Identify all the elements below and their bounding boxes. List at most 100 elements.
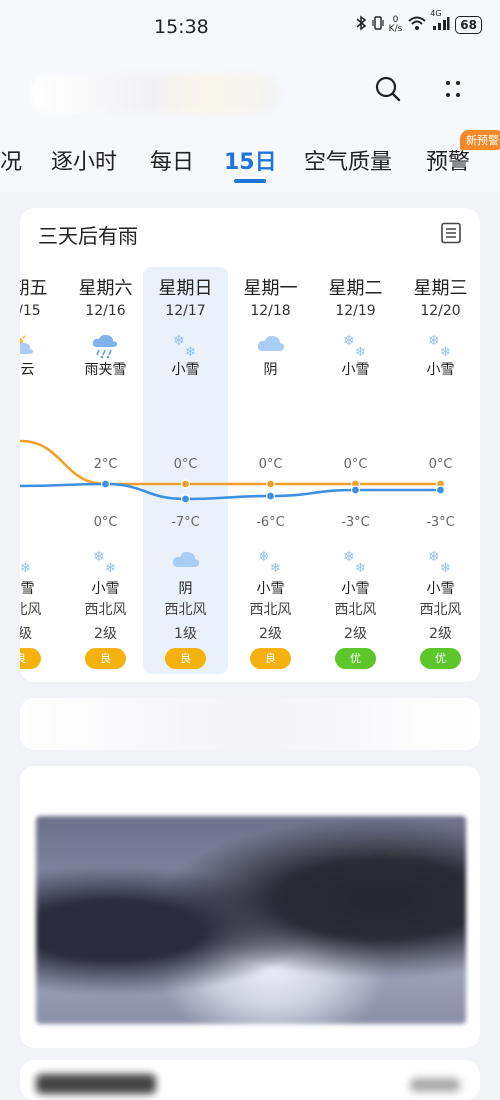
snow-icon: ❄❄ bbox=[313, 548, 398, 576]
cloudy-icon bbox=[228, 332, 313, 358]
forecast-date: 12/16 bbox=[85, 303, 126, 319]
svg-text:❄: ❄ bbox=[355, 345, 366, 358]
sleet-icon bbox=[63, 332, 148, 359]
forecast-wind-direction: 西北风 bbox=[164, 602, 207, 618]
wifi-icon bbox=[407, 15, 427, 35]
tab-overview[interactable]: 况 bbox=[0, 144, 22, 176]
tab-hourly[interactable]: 逐小时 bbox=[51, 144, 117, 176]
aqi-badge: 良 bbox=[250, 648, 291, 669]
svg-text:❄: ❄ bbox=[428, 333, 440, 349]
forecast-high-temp: 0°C bbox=[343, 457, 368, 472]
forecast-low-temp: -7°C bbox=[171, 515, 200, 530]
forecast-day-condition: 小雪 bbox=[426, 362, 455, 378]
forecast-weekday: 星期日 bbox=[158, 278, 213, 299]
forecast-wind-level: 2级 bbox=[94, 626, 117, 642]
snow-icon: ❄❄ bbox=[20, 548, 63, 576]
svg-text:❄: ❄ bbox=[173, 333, 185, 349]
aqi-badge: 良 bbox=[20, 648, 41, 669]
forecast-weekday: 星期五 bbox=[20, 278, 48, 299]
forecast-wind-direction: 西北风 bbox=[334, 602, 377, 618]
image-card[interactable] bbox=[20, 766, 480, 1048]
snow-icon: ❄❄ bbox=[63, 548, 148, 576]
bottom-card-link bbox=[410, 1078, 460, 1092]
more-icon[interactable] bbox=[438, 74, 468, 104]
svg-text:❄: ❄ bbox=[440, 561, 451, 574]
forecast-wind-direction: 西北风 bbox=[20, 602, 42, 618]
forecast-date: 12/15 bbox=[20, 303, 41, 319]
svg-text:❄: ❄ bbox=[355, 561, 366, 574]
forecast-day-column[interactable]: 星期一 12/18 阴 0°C -6°C ❄ ❄ 小雪 西北风 2级良 bbox=[228, 208, 313, 682]
tab-15day[interactable]: 15日 bbox=[224, 144, 277, 176]
new-warning-badge: 新预警 bbox=[460, 130, 500, 150]
forecast-night-condition: 小雪 bbox=[91, 581, 120, 597]
city-name-blurred[interactable] bbox=[30, 74, 280, 114]
forecast-day-condition: 小雪 bbox=[171, 362, 200, 378]
forecast-night-condition: 小雪 bbox=[341, 581, 370, 597]
forecast-date: 12/18 bbox=[250, 303, 291, 319]
forecast-low-temp: 0°C bbox=[93, 515, 118, 530]
bluetooth-icon bbox=[355, 15, 367, 35]
svg-text:❄: ❄ bbox=[343, 333, 355, 349]
status-icons: 0 K/s 4G 68 bbox=[355, 9, 482, 35]
bottom-card-title bbox=[36, 1074, 156, 1094]
status-bar: 15:38 0 K/s 4G 68 bbox=[0, 0, 500, 56]
snow-icon: ❄❄ bbox=[143, 332, 228, 360]
active-tab-indicator bbox=[234, 179, 266, 183]
battery-indicator: 68 bbox=[455, 16, 482, 34]
svg-text:❄: ❄ bbox=[428, 549, 440, 565]
forecast-low-temp: -3°C bbox=[426, 515, 455, 530]
forecast-wind-level: 2级 bbox=[429, 626, 452, 642]
svg-text:❄: ❄ bbox=[93, 549, 105, 565]
forecast-low-temp: -3°C bbox=[341, 515, 370, 530]
aqi-badge: 优 bbox=[335, 648, 376, 669]
signal-icon: 4G bbox=[430, 9, 450, 35]
forecast-day-column[interactable]: 星期五 12/15 多云 ❄❄ 小雪西北风 2级良 bbox=[20, 208, 63, 682]
forecast-weekday: 星期一 bbox=[243, 278, 298, 299]
forecast-night-condition: 小雪 bbox=[426, 581, 455, 597]
vibrate-icon bbox=[372, 15, 384, 35]
forecast-wind-level: 2级 bbox=[259, 626, 282, 642]
forecast-day-condition: 多云 bbox=[20, 362, 35, 378]
forecast-day-condition: 阴 bbox=[263, 362, 278, 378]
bottom-card[interactable] bbox=[20, 1060, 480, 1100]
forecast-date: 12/19 bbox=[335, 303, 376, 319]
forecast-wind-direction: 西北风 bbox=[249, 602, 292, 618]
status-time: 15:38 bbox=[154, 16, 209, 38]
svg-text:❄: ❄ bbox=[105, 561, 116, 574]
aqi-badge: 良 bbox=[165, 648, 206, 669]
partly-cloudy-icon bbox=[20, 332, 63, 358]
forecast-day-column[interactable]: 星期三 12/20 ❄ ❄ 小雪 0°C -3°C ❄ ❄ 小雪 西北风 2级优 bbox=[398, 208, 480, 682]
forecast-day-column[interactable]: 星期日 12/17 ❄ ❄ 小雪 0°C -7°C 阴西北风 1级良 bbox=[143, 208, 228, 682]
forecast-day-column[interactable]: 星期二 12/19 ❄ ❄ 小雪 0°C -3°C ❄ ❄ 小雪 西北风 2级优 bbox=[313, 208, 398, 682]
forecast-date: 12/17 bbox=[165, 303, 206, 319]
snow-icon: ❄❄ bbox=[398, 548, 480, 576]
forecast-wind-direction: 西北风 bbox=[419, 602, 462, 618]
forecast-day-column[interactable]: 星期六 12/16 雨夹雪 2°C 0°C ❄ ❄ 小雪 西北风 2级良 bbox=[63, 208, 148, 682]
svg-text:❄: ❄ bbox=[258, 549, 270, 565]
forecast-wind-direction: 西北风 bbox=[84, 602, 127, 618]
forecast-card: 三天后有雨 星期五12/15多云❄❄小雪西北风2级良星期六12/16雨夹雪2°C… bbox=[20, 208, 480, 682]
forecast-day-condition: 雨夹雪 bbox=[84, 362, 127, 378]
forecast-night-condition: 小雪 bbox=[256, 581, 285, 597]
forecast-high-temp: 0°C bbox=[428, 457, 453, 472]
forecast-high-temp: 0°C bbox=[258, 457, 283, 472]
forecast-wind-level: 2级 bbox=[20, 626, 32, 642]
forecast-weekday: 星期二 bbox=[328, 278, 383, 299]
cloudy-icon bbox=[143, 548, 228, 574]
svg-text:❄: ❄ bbox=[20, 561, 30, 574]
forecast-wind-level: 1级 bbox=[174, 626, 197, 642]
blurred-image bbox=[36, 816, 466, 1024]
tab-air-quality[interactable]: 空气质量 bbox=[304, 144, 392, 176]
aqi-badge: 良 bbox=[85, 648, 126, 669]
snow-icon: ❄❄ bbox=[228, 548, 313, 576]
header-bar bbox=[0, 56, 500, 126]
tab-bar: 况 逐小时 每日 15日 空气质量 预警 新预警 bbox=[0, 126, 500, 192]
search-icon[interactable] bbox=[373, 74, 403, 104]
svg-text:❄: ❄ bbox=[270, 561, 281, 574]
snow-icon: ❄❄ bbox=[398, 332, 480, 360]
net-speed: 0 K/s bbox=[388, 15, 403, 34]
tab-daily[interactable]: 每日 bbox=[150, 144, 194, 176]
forecast-high-temp: 2°C bbox=[93, 457, 118, 472]
blurred-info-card[interactable] bbox=[20, 698, 480, 750]
forecast-night-condition: 阴 bbox=[178, 581, 193, 597]
